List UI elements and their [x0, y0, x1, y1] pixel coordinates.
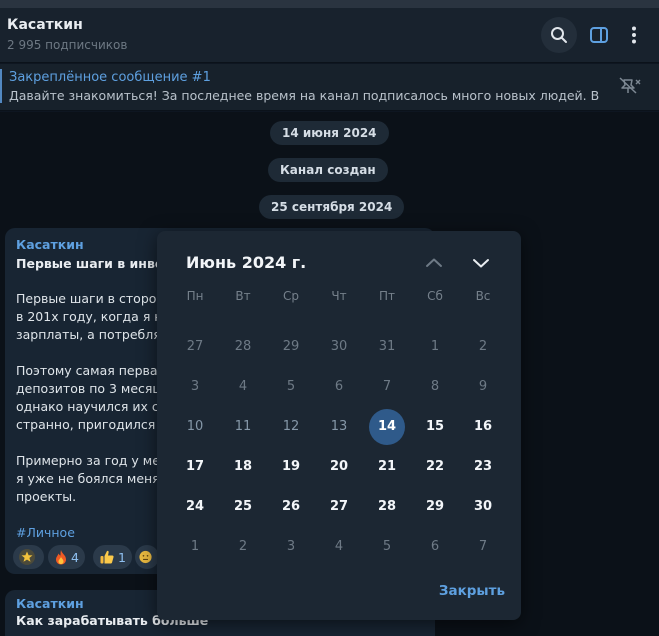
sidebar-toggle-button[interactable]	[581, 17, 617, 53]
calendar-day[interactable]: 22	[417, 449, 453, 485]
calendar-day: 30	[330, 339, 348, 354]
close-button[interactable]: Закрыть	[427, 583, 505, 599]
search-button[interactable]	[541, 17, 577, 53]
message-author[interactable]: Касаткин	[16, 596, 84, 611]
calendar-day: 8	[430, 379, 440, 394]
date-pill[interactable]: 25 сентября 2024	[259, 195, 405, 219]
calendar-day: 12	[282, 419, 300, 434]
calendar-day[interactable]: 27	[321, 489, 357, 525]
calendar-day: 6	[430, 539, 440, 554]
calendar-day: 13	[330, 419, 348, 434]
weekday-wed: Ср	[283, 289, 299, 303]
calendar-popup: Июнь 2024 г. Пн Вт Ср Чт Пт Сб Вс 27 28 …	[157, 231, 521, 620]
calendar-day: 11	[234, 419, 252, 434]
calendar-day: 7	[382, 379, 392, 394]
calendar-day: 5	[286, 379, 296, 394]
pinned-title: Закреплённое сообщение #1	[9, 70, 211, 85]
weekday-thu: Чт	[331, 289, 347, 303]
neutral-face-icon	[139, 550, 152, 564]
calendar-day: 6	[334, 379, 344, 394]
star-icon	[19, 549, 35, 565]
pinned-message-bar[interactable]: Закреплённое сообщение #1 Давайте знаком…	[0, 64, 659, 111]
next-month-button[interactable]	[469, 251, 493, 275]
calendar-day[interactable]: 23	[465, 449, 501, 485]
message-author[interactable]: Касаткин	[16, 237, 84, 252]
calendar-day: 31	[378, 339, 396, 354]
calendar-day: 1	[430, 339, 440, 354]
reaction-count: 1	[118, 549, 126, 565]
thumbs-up-icon	[100, 550, 114, 564]
message-line: Первые шаги в сторон	[16, 291, 165, 306]
fire-icon	[56, 550, 66, 565]
chevron-up-icon	[426, 258, 442, 267]
calendar-day: 28	[234, 339, 252, 354]
pinned-indicator	[0, 69, 2, 103]
message-line: зарплаты, а потреблят	[16, 327, 169, 342]
weekday-sat: Сб	[427, 289, 443, 303]
reaction-thumbs-up[interactable]: 1	[93, 545, 132, 569]
calendar-day[interactable]: 18	[225, 449, 261, 485]
pinned-text: Давайте знакомиться! За последнее время …	[9, 88, 599, 103]
reaction-neutral[interactable]	[135, 545, 159, 569]
service-pill: Канал создан	[268, 158, 388, 182]
calendar-day: 2	[478, 339, 488, 354]
message-line: однако научился их ста	[16, 399, 174, 414]
weekday-fri: Пт	[378, 289, 395, 303]
calendar-day[interactable]: 24	[177, 489, 213, 525]
message-title: Первые шаги в инвес	[16, 256, 171, 271]
message-line: Поэтому самая первая	[16, 363, 166, 378]
calendar-day[interactable]: 25	[225, 489, 261, 525]
calendar-day: 9	[478, 379, 488, 394]
calendar-day[interactable]: 15	[417, 409, 453, 445]
calendar-month-title: Июнь 2024 г.	[186, 253, 307, 272]
calendar-day: 29	[282, 339, 300, 354]
channel-title[interactable]: Касаткин	[7, 17, 83, 33]
calendar-day[interactable]: 30	[465, 489, 501, 525]
reaction-star[interactable]	[13, 545, 44, 569]
more-button[interactable]	[616, 17, 652, 53]
calendar-day: 4	[334, 539, 344, 554]
calendar-day[interactable]: 21	[369, 449, 405, 485]
subscriber-count: 2 995 подписчиков	[7, 38, 128, 52]
reaction-fire[interactable]: 4	[48, 545, 85, 569]
chat-header: Касаткин 2 995 подписчиков	[0, 8, 659, 63]
calendar-day[interactable]: 16	[465, 409, 501, 445]
weekday-sun: Вс	[475, 289, 491, 303]
calendar-day: 3	[286, 539, 296, 554]
message-line: я уже не боялся менять	[16, 471, 175, 486]
calendar-day: 7	[478, 539, 488, 554]
hashtag-link[interactable]: #Личное	[16, 525, 75, 540]
message-line: Примерно за год у мен	[16, 453, 169, 468]
unpin-icon[interactable]	[618, 76, 644, 96]
calendar-day: 1	[190, 539, 200, 554]
sidebar-toggle-icon	[590, 27, 608, 43]
calendar-day: 27	[186, 339, 204, 354]
calendar-day: 2	[238, 539, 248, 554]
weekday-mon: Пн	[186, 289, 204, 303]
calendar-day[interactable]: 17	[177, 449, 213, 485]
reaction-count: 4	[71, 549, 79, 565]
weekday-tue: Вт	[235, 289, 251, 303]
message-line: депозитов по 3 месяца	[16, 381, 169, 396]
calendar-day: 5	[382, 539, 392, 554]
calendar-day[interactable]: 20	[321, 449, 357, 485]
message-line: проекты.	[16, 489, 77, 504]
previous-month-button[interactable]	[422, 251, 446, 275]
calendar-day: 10	[186, 419, 204, 434]
chevron-down-icon	[473, 259, 489, 268]
window-top-strip	[0, 0, 659, 8]
calendar-day[interactable]: 29	[417, 489, 453, 525]
date-pill[interactable]: 14 июня 2024	[270, 121, 389, 145]
more-vertical-icon	[632, 26, 636, 44]
calendar-day: 3	[190, 379, 200, 394]
calendar-day: 4	[238, 379, 248, 394]
message-line: в 201х году, когда я нач	[16, 309, 178, 324]
search-icon	[551, 27, 567, 43]
calendar-day-selected[interactable]: 14	[369, 409, 405, 445]
message-line: странно, пригодился в	[16, 417, 167, 432]
calendar-day[interactable]: 28	[369, 489, 405, 525]
calendar-day[interactable]: 19	[273, 449, 309, 485]
calendar-day[interactable]: 26	[273, 489, 309, 525]
